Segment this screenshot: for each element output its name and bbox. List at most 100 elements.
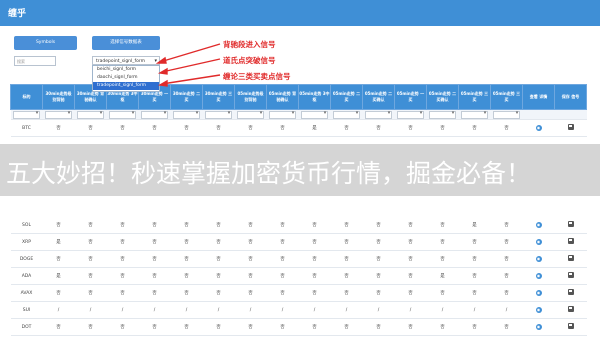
signal-cell: 否 [298, 284, 331, 302]
signal-cell: 否 [394, 217, 427, 234]
view-cell: ◉ [522, 267, 555, 285]
signal-cell: 否 [458, 284, 491, 302]
symbol-cell: AVAX [10, 284, 43, 302]
eye-icon[interactable]: ◉ [535, 222, 542, 228]
signal-cell: 否 [362, 267, 395, 285]
signal-cell: 否 [266, 119, 299, 137]
filter-cell[interactable] [266, 109, 299, 120]
column-filter-select[interactable] [364, 110, 393, 119]
column-filter-select[interactable] [204, 110, 233, 119]
filter-cell[interactable] [202, 109, 235, 120]
signal-cell: 否 [426, 119, 459, 137]
signal-cell: / [106, 301, 139, 319]
signal-cell: 否 [234, 119, 267, 137]
save-icon[interactable] [567, 124, 574, 130]
save-icon[interactable] [567, 255, 574, 261]
signal-cell: 否 [106, 284, 139, 302]
signal-cell: 否 [426, 233, 459, 251]
promo-banner: 五大妙招！秒速掌握加密货币行情，掘金必备！ [0, 144, 600, 196]
filter-cell[interactable] [394, 109, 427, 120]
column-filter-select[interactable] [428, 110, 457, 119]
signal-cell: 否 [490, 233, 523, 251]
save-icon[interactable] [567, 238, 574, 244]
eye-icon[interactable]: ◉ [535, 256, 542, 262]
filter-cell[interactable] [362, 109, 395, 120]
eye-icon[interactable]: ◉ [535, 125, 542, 131]
symbol-cell: DOGE [10, 250, 43, 268]
eye-icon[interactable]: ◉ [535, 307, 542, 313]
signal-cell: 否 [138, 217, 171, 234]
column-filter-select[interactable] [140, 110, 169, 119]
column-filter-select[interactable] [460, 110, 489, 119]
column-filter-select[interactable] [300, 110, 329, 119]
column-filter-select[interactable] [44, 110, 73, 119]
column-filter-select[interactable] [76, 110, 105, 119]
save-icon[interactable] [567, 221, 574, 227]
signal-cell: 否 [106, 217, 139, 234]
eye-icon[interactable]: ◉ [535, 273, 542, 279]
signal-cell: 否 [362, 250, 395, 268]
signal-cell: 否 [42, 284, 75, 302]
filter-cell[interactable] [426, 109, 459, 120]
column-filter-select[interactable] [492, 110, 521, 119]
column-filter-select[interactable] [268, 110, 297, 119]
filter-cell [554, 109, 587, 120]
filter-cell[interactable] [490, 109, 523, 120]
promo-banner-text: 五大妙招！秒速掌握加密货币行情，掘金必备！ [6, 159, 532, 188]
table-row: XRP 是 否 否 否 否 否 否 否 否 否 否 否 否 否 否 ◉ [10, 233, 587, 251]
signal-cell: 否 [394, 284, 427, 302]
filter-cell[interactable] [458, 109, 491, 120]
table-row: AVAX 否 否 否 否 否 否 否 否 否 否 否 否 否 否 否 ◉ [10, 284, 587, 302]
eye-icon[interactable]: ◉ [535, 324, 542, 330]
table-row: DOGE 否 否 否 否 否 否 否 否 否 否 否 否 否 否 否 ◉ [10, 250, 587, 268]
filter-cell[interactable] [42, 109, 75, 120]
signal-cell: 否 [330, 267, 363, 285]
signal-cell: / [330, 301, 363, 319]
filter-cell[interactable] [10, 109, 43, 120]
signal-cell: 否 [394, 233, 427, 251]
filter-cell[interactable] [138, 109, 171, 120]
save-icon[interactable] [567, 323, 574, 329]
filter-cell[interactable] [106, 109, 139, 120]
column-filter-select[interactable] [108, 110, 137, 119]
signal-cell: 否 [74, 217, 107, 234]
signal-cell: 否 [426, 217, 459, 234]
eye-icon[interactable]: ◉ [535, 290, 542, 296]
filter-cell[interactable] [234, 109, 267, 120]
save-cell [554, 119, 587, 137]
column-filter-select[interactable] [12, 110, 41, 119]
signal-table: 标的 30min走势级 别背驰 30min走势 背驰确认 30min走势 3中枢… [10, 84, 587, 336]
signal-cell: 否 [74, 250, 107, 268]
eye-icon[interactable]: ◉ [535, 239, 542, 245]
annotation-arrows [155, 43, 221, 87]
signal-cell: 否 [266, 284, 299, 302]
signal-cell: 否 [234, 284, 267, 302]
signal-cell: 否 [106, 318, 139, 336]
filter-cell[interactable] [330, 109, 363, 120]
view-cell: ◉ [522, 301, 555, 319]
save-icon[interactable] [567, 306, 574, 312]
arrow-beichi [159, 43, 221, 63]
filter-cell[interactable] [170, 109, 203, 120]
column-filter-select[interactable] [236, 110, 265, 119]
filter-cell [522, 109, 555, 120]
filter-cell[interactable] [298, 109, 331, 120]
signal-cell: 否 [458, 267, 491, 285]
table-row: BTC 否 否 否 否 否 否 否 否 是 否 否 否 否 否 否 ◉ [10, 119, 587, 137]
signal-cell: 否 [490, 284, 523, 302]
save-icon[interactable] [567, 272, 574, 278]
column-filter-select[interactable] [332, 110, 361, 119]
signal-cell: 否 [138, 250, 171, 268]
signal-cell: 否 [298, 233, 331, 251]
symbol-cell: DOT [10, 318, 43, 336]
signal-cell: 否 [202, 233, 235, 251]
column-filter-select[interactable] [172, 110, 201, 119]
signal-cell: 否 [234, 217, 267, 234]
column-filter-select[interactable] [396, 110, 425, 119]
signal-cell: 否 [170, 267, 203, 285]
signal-cell: 否 [234, 267, 267, 285]
filter-cell[interactable] [74, 109, 107, 120]
signal-cell: 否 [106, 250, 139, 268]
save-icon[interactable] [567, 289, 574, 295]
signal-cell: 否 [138, 267, 171, 285]
